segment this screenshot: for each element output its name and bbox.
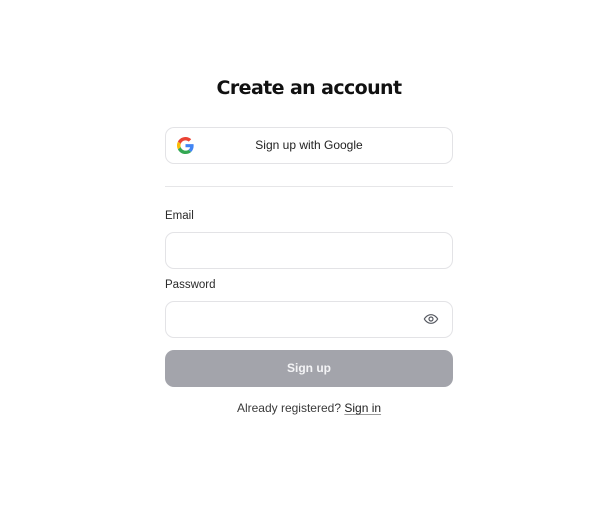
email-label: Email xyxy=(165,210,194,222)
email-field[interactable] xyxy=(165,232,453,269)
page-title: Create an account xyxy=(216,77,403,99)
password-field[interactable] xyxy=(165,301,453,338)
eye-icon[interactable] xyxy=(423,311,439,327)
divider xyxy=(165,186,453,187)
signin-link[interactable]: Sign in xyxy=(344,401,381,415)
google-signup-label: Sign up with Google xyxy=(255,138,363,152)
google-signup-button[interactable]: Sign up with Google xyxy=(165,127,453,164)
password-label: Password xyxy=(165,279,216,291)
signup-button[interactable]: Sign up xyxy=(165,350,453,387)
signin-prompt: Already registered? xyxy=(236,401,341,415)
signin-prompt-row: Already registered? Sign in xyxy=(165,401,453,415)
